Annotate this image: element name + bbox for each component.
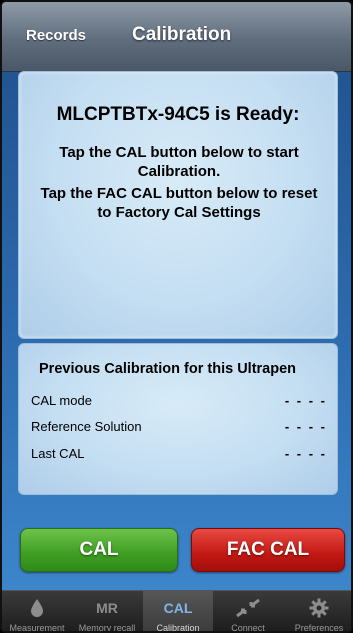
tab-label: Calibration xyxy=(156,623,200,633)
tab-label: Preferences xyxy=(294,623,344,633)
tab-preferences[interactable]: Preferences xyxy=(284,591,351,633)
gear-icon xyxy=(284,597,351,619)
cal-instruction-text: Tap the CAL button below to start Calibr… xyxy=(59,144,299,180)
tab-connect[interactable]: Connect xyxy=(213,591,283,633)
previous-calibration-title: Previous Calibration for this Ultrapen xyxy=(39,361,297,377)
fac-cal-button[interactable]: FAC CAL xyxy=(191,528,345,572)
app-screen: Records Calibration MLCPTBTx-94C5 is Rea… xyxy=(0,0,353,633)
drop-icon xyxy=(2,597,72,619)
tab-label: Measurement xyxy=(9,623,65,633)
reference-solution-value: - - - - xyxy=(284,419,327,434)
connect-arrows-icon xyxy=(213,597,283,619)
page-title: Calibration xyxy=(132,24,232,45)
cal-button[interactable]: CAL xyxy=(20,528,178,572)
cal-mode-label: CAL mode xyxy=(31,393,92,408)
status-panel: MLCPTBTx-94C5 is Ready: Tap the CAL butt… xyxy=(18,71,338,339)
previous-calibration-panel: Previous Calibration for this Ultrapen C… xyxy=(18,343,338,495)
tab-calibration[interactable]: CAL Calibration xyxy=(143,591,213,633)
cal-mode-row: CAL mode - - - - xyxy=(31,393,327,411)
records-button[interactable]: Records xyxy=(26,27,86,44)
device-ready-text: MLCPTBTx-94C5 is Ready: xyxy=(56,104,300,125)
bottom-tab-bar: Measurement MR Memory recall CAL Calibra… xyxy=(2,590,351,633)
last-cal-row: Last CAL - - - - xyxy=(31,446,327,464)
tab-label: Connect xyxy=(231,623,265,633)
tab-label: Memory recall xyxy=(78,623,136,633)
fac-cal-instruction-text: Tap the FAC CAL button below to reset to… xyxy=(40,185,318,221)
reference-solution-row: Reference Solution - - - - xyxy=(31,419,327,437)
mr-text-icon: MR xyxy=(96,600,118,616)
tab-memory-recall[interactable]: MR Memory recall xyxy=(72,591,142,633)
tab-measurement[interactable]: Measurement xyxy=(2,591,72,633)
header-bar: Records Calibration xyxy=(2,2,351,72)
cal-text-icon: CAL xyxy=(163,600,193,616)
reference-solution-label: Reference Solution xyxy=(31,419,142,434)
last-cal-label: Last CAL xyxy=(31,446,85,461)
cal-mode-value: - - - - xyxy=(284,393,327,408)
last-cal-value: - - - - xyxy=(284,446,327,461)
